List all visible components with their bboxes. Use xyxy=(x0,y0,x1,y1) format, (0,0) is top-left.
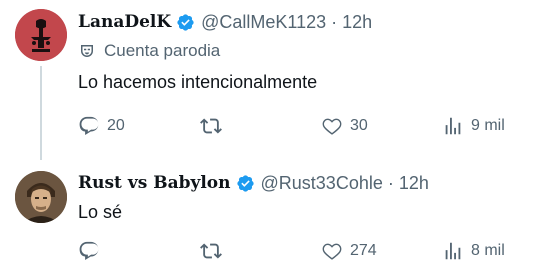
reply-button[interactable] xyxy=(78,238,107,264)
like-count: 30 xyxy=(350,117,368,134)
tweet[interactable]: Rust vs Babylon @Rust33Cohle · 12h Lo sé… xyxy=(0,162,552,272)
like-icon xyxy=(322,118,342,135)
views-button[interactable]: 9 mil xyxy=(442,113,505,139)
separator-dot: · xyxy=(387,172,394,193)
action-bar: 274 8 mil xyxy=(78,238,540,264)
tweet-text: Lo sé xyxy=(78,202,123,222)
like-icon xyxy=(322,243,342,260)
reply-icon xyxy=(79,116,99,136)
reply-button[interactable]: 20 xyxy=(78,113,125,139)
tweet[interactable]: LanaDelK @CallMeK1123 · 12h Cuenta parod… xyxy=(0,0,552,160)
tweet-text: Lo hacemos intencionalmente xyxy=(78,72,318,92)
thread-line xyxy=(40,66,42,160)
display-name[interactable]: LanaDelK xyxy=(78,12,171,32)
views-button[interactable]: 8 mil xyxy=(442,238,505,264)
verified-badge-icon xyxy=(236,174,255,193)
parody-label: Cuenta parodia xyxy=(78,40,220,62)
retweet-button[interactable] xyxy=(200,238,229,264)
views-icon xyxy=(445,242,461,260)
parody-mask-icon xyxy=(81,45,93,57)
handle[interactable]: @CallMeK1123 xyxy=(201,12,326,33)
like-button[interactable]: 274 xyxy=(321,238,377,264)
retweet-icon xyxy=(200,118,222,134)
tweet-header: Rust vs Babylon @Rust33Cohle · 12h xyxy=(78,170,429,196)
timestamp[interactable]: 12h xyxy=(399,173,429,194)
avatar[interactable] xyxy=(15,171,67,223)
avatar[interactable] xyxy=(15,9,67,61)
retweet-button[interactable] xyxy=(200,113,229,139)
separator-dot: · xyxy=(331,11,338,32)
reply-count: 20 xyxy=(107,117,125,134)
reply-icon xyxy=(79,241,99,261)
views-icon xyxy=(445,117,461,135)
action-bar: 20 30 9 mil xyxy=(78,113,540,139)
handle[interactable]: @Rust33Cohle xyxy=(261,173,383,194)
like-button[interactable]: 30 xyxy=(321,113,368,139)
retweet-icon xyxy=(200,243,222,259)
views-count: 9 mil xyxy=(471,117,505,134)
like-count: 274 xyxy=(350,242,377,259)
tweet-header: LanaDelK @CallMeK1123 · 12h xyxy=(78,9,372,35)
views-count: 8 mil xyxy=(471,242,505,259)
display-name[interactable]: Rust vs Babylon xyxy=(78,173,231,193)
timestamp[interactable]: 12h xyxy=(342,12,372,33)
parody-label-text: Cuenta parodia xyxy=(104,41,221,60)
verified-badge-icon xyxy=(176,13,195,32)
